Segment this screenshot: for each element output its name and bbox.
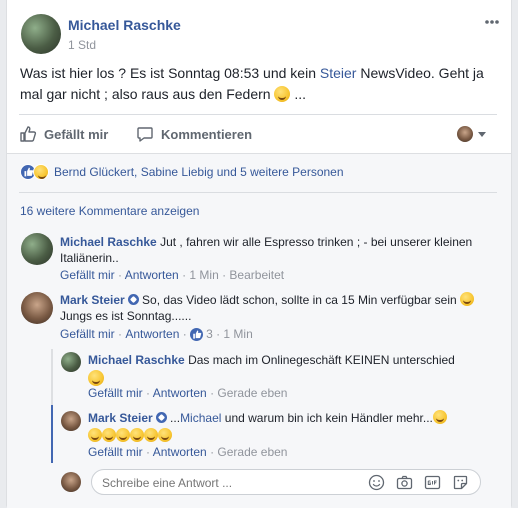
reply-body: Michael Raschke Das mach im Onlinegeschä… [88, 352, 498, 387]
camera-icon[interactable] [396, 474, 413, 491]
comment-reply-link[interactable]: Antworten [125, 327, 179, 341]
reply-highlight-line [51, 405, 53, 463]
reply-actions: Gefällt mir · Antworten · Gerade eben [88, 386, 288, 400]
reply-input-avatar [61, 472, 81, 492]
comment-line-1: Mark Steier So, das Video lädt schon, so… [60, 292, 500, 308]
reactions-text[interactable]: Bernd Glückert, Sabine Liebig und 5 weit… [54, 165, 344, 179]
reply-time[interactable]: Gerade eben [217, 445, 287, 459]
avatar-dropdown-icon [457, 126, 473, 142]
reply-author[interactable]: Michael Raschke [88, 353, 185, 367]
thumbs-up-icon [19, 125, 37, 143]
audience-selector[interactable] [457, 126, 486, 142]
reply-actions: Gefällt mir · Antworten · Gerade eben [88, 445, 288, 459]
comment-actions: Gefällt mir · Antworten · 3 · 1 Min [60, 327, 253, 341]
post-author-avatar[interactable] [21, 14, 61, 54]
reply-avatar[interactable] [61, 411, 81, 431]
comment-like-link[interactable]: Gefällt mir [60, 327, 115, 341]
reply-body: Mark Steier ...Michael und warum bin ich… [88, 410, 498, 444]
like-count-icon [190, 327, 204, 341]
divider-top [19, 114, 497, 115]
tongue-emoji-icon [158, 428, 172, 442]
reply-author[interactable]: Mark Steier [88, 411, 153, 425]
chevron-down-icon [478, 131, 486, 137]
kiss-emoji-icon [88, 428, 102, 442]
comment-author[interactable]: Michael Raschke [60, 235, 157, 249]
more-comments-link[interactable]: 16 weitere Kommentare anzeigen [20, 204, 199, 218]
comment-avatar[interactable] [21, 233, 53, 265]
comment-time[interactable]: 1 Min [223, 327, 252, 341]
post-card: Michael Raschke 1 Std Was ist hier los ?… [6, 0, 512, 508]
comment-line-2: Jungs es ist Sonntag...... [60, 309, 192, 323]
comment-edited-label: Bearbeitet [229, 268, 285, 282]
comment-time[interactable]: 1 Min [189, 268, 218, 282]
post-link-steier[interactable]: Steier [320, 65, 357, 81]
post-text-line-2: mal gar nicht ; also raus aus den Federn… [20, 86, 307, 102]
comment-like-link[interactable]: Gefällt mir [60, 268, 115, 282]
reply-like-link[interactable]: Gefällt mir [88, 386, 143, 400]
comment-avatar[interactable] [21, 292, 53, 324]
comment-button-label: Kommentieren [161, 126, 253, 142]
reply-time[interactable]: Gerade eben [217, 386, 287, 400]
comment-line-1: Michael Raschke Jut , fahren wir alle Es… [60, 235, 473, 249]
verified-badge-icon [155, 412, 167, 423]
like-button-label: Gefällt mir [44, 126, 109, 142]
comment-like-count[interactable]: 3 [206, 327, 213, 341]
smile-emoji-icon [460, 292, 475, 306]
reply-reply-link[interactable]: Antworten [153, 445, 207, 459]
reply-line-1: Michael Raschke Das mach im Onlinegeschä… [88, 353, 455, 367]
reply-input[interactable] [102, 474, 352, 492]
comment-actions: Gefällt mir · Antworten · 1 Min · Bearbe… [60, 268, 285, 282]
reply-line-1: Mark Steier ...Michael und warum bin ich… [88, 410, 498, 426]
reply-line-2 [88, 428, 498, 444]
reply-mention-link[interactable]: Michael [180, 411, 221, 425]
gif-icon[interactable] [424, 474, 441, 491]
smile-emoji-icon [88, 370, 104, 386]
more-dots-icon[interactable] [484, 16, 500, 26]
reactions-summary[interactable]: Bernd Glückert, Sabine Liebig und 5 weit… [20, 164, 344, 180]
grin-emoji-icon [130, 428, 144, 442]
post-text: Was ist hier los ? Es ist Sonntag 08:53 … [20, 63, 505, 105]
reply-like-link[interactable]: Gefällt mir [88, 445, 143, 459]
laughing-emoji-icon [116, 428, 130, 442]
post-timestamp[interactable]: 1 Std [68, 38, 96, 52]
post-author-name[interactable]: Michael Raschke [68, 17, 181, 33]
comment-reply-link[interactable]: Antworten [125, 268, 179, 282]
comment-body: Michael Raschke Jut , fahren wir alle Es… [60, 234, 500, 266]
divider-reactions [19, 192, 497, 193]
like-button[interactable]: Gefällt mir [19, 123, 108, 145]
emoji-icon[interactable] [368, 474, 385, 491]
upside-down-emoji-icon [144, 428, 158, 442]
reply-reply-link[interactable]: Antworten [153, 386, 207, 400]
verified-badge-icon [127, 294, 139, 305]
haha-reaction-icon [33, 164, 49, 180]
eye-roll-emoji-icon [102, 428, 116, 442]
comment-body: Mark Steier So, das Video lädt schon, so… [60, 292, 500, 324]
reply-avatar[interactable] [61, 352, 81, 372]
comment-line-2: Italiänerin.. [60, 251, 119, 265]
speech-bubble-icon [136, 125, 154, 143]
comment-button[interactable]: Kommentieren [136, 123, 252, 145]
post-text-line-1: Was ist hier los ? Es ist Sonntag 08:53 … [20, 65, 484, 81]
sticker-icon[interactable] [452, 474, 469, 491]
reply-line-2 [88, 370, 498, 387]
reply-input-box[interactable] [91, 469, 481, 495]
laughing-emoji-icon [432, 410, 447, 424]
comment-author[interactable]: Mark Steier [60, 293, 125, 307]
smile-emoji-icon [274, 86, 291, 102]
